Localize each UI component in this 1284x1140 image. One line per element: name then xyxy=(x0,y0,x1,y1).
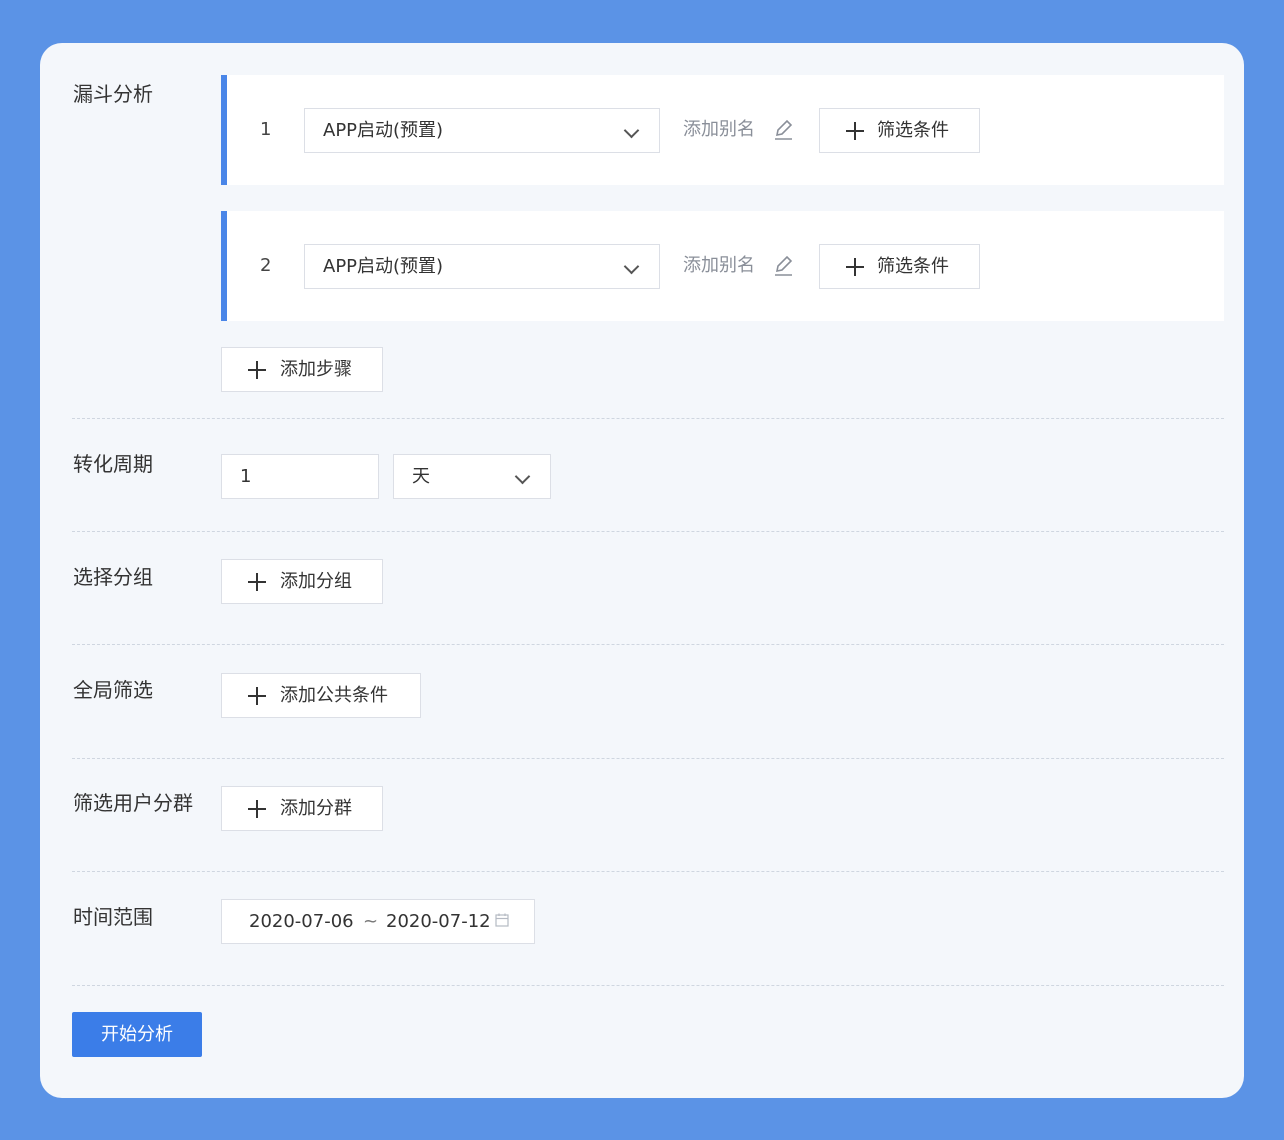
add-common-condition-label: 添加公共条件 xyxy=(280,685,388,706)
add-alias-link[interactable]: 添加别名 xyxy=(683,253,755,279)
add-group-button[interactable]: 添加分组 xyxy=(221,559,383,604)
conversion-period-input[interactable]: 1 xyxy=(221,454,379,499)
chevron-down-icon xyxy=(623,258,640,275)
segment-label: 筛选用户分群 xyxy=(73,791,193,815)
calendar-icon xyxy=(495,913,509,927)
section-divider xyxy=(72,644,1224,645)
date-range-picker[interactable]: 2020-07-06 ~ 2020-07-12 xyxy=(221,899,535,944)
funnel-step-1: 1 APP启动(预置) 添加别名 筛选条件 xyxy=(221,75,1224,185)
chevron-down-icon xyxy=(623,122,640,139)
plus-icon xyxy=(248,687,266,705)
date-end: 2020-07-12 xyxy=(386,911,491,932)
section-divider xyxy=(72,871,1224,872)
funnel-label: 漏斗分析 xyxy=(73,82,153,106)
add-group-label: 添加分组 xyxy=(280,571,352,592)
funnel-step-2: 2 APP启动(预置) 添加别名 筛选条件 xyxy=(221,211,1224,321)
plus-icon xyxy=(846,122,864,140)
section-divider xyxy=(72,531,1224,532)
add-segment-button[interactable]: 添加分群 xyxy=(221,786,383,831)
conversion-unit-value: 天 xyxy=(412,466,430,487)
plus-icon xyxy=(248,573,266,591)
event-select-value: APP启动(预置) xyxy=(323,256,444,277)
add-common-condition-button[interactable]: 添加公共条件 xyxy=(221,673,421,718)
section-divider xyxy=(72,758,1224,759)
event-select-value: APP启动(预置) xyxy=(323,120,444,141)
plus-icon xyxy=(248,361,266,379)
conversion-label: 转化周期 xyxy=(73,452,153,476)
plus-icon xyxy=(846,258,864,276)
chevron-down-icon xyxy=(514,468,531,485)
date-separator: ~ xyxy=(363,911,379,932)
funnel-config-panel: 漏斗分析 1 APP启动(预置) 添加别名 筛选条件 2 APP启动(预置) 添… xyxy=(40,43,1244,1098)
add-segment-label: 添加分群 xyxy=(280,798,352,819)
step-number: 2 xyxy=(260,255,272,276)
plus-icon xyxy=(248,800,266,818)
pencil-icon[interactable] xyxy=(773,119,793,141)
event-select[interactable]: APP启动(预置) xyxy=(304,108,660,153)
group-label: 选择分组 xyxy=(73,565,153,589)
global-filter-label: 全局筛选 xyxy=(73,678,153,702)
add-filter-label: 筛选条件 xyxy=(877,120,949,141)
conversion-unit-select[interactable]: 天 xyxy=(393,454,551,499)
add-filter-label: 筛选条件 xyxy=(877,256,949,277)
step-number: 1 xyxy=(260,119,272,140)
date-start: 2020-07-06 xyxy=(249,911,354,932)
time-range-label: 时间范围 xyxy=(73,905,153,929)
add-step-button[interactable]: 添加步骤 xyxy=(221,347,383,392)
start-analysis-button[interactable]: 开始分析 xyxy=(72,1012,202,1057)
add-step-label: 添加步骤 xyxy=(280,359,352,380)
add-alias-link[interactable]: 添加别名 xyxy=(683,117,755,143)
add-filter-button[interactable]: 筛选条件 xyxy=(819,244,980,289)
section-divider xyxy=(72,985,1224,986)
add-filter-button[interactable]: 筛选条件 xyxy=(819,108,980,153)
pencil-icon[interactable] xyxy=(773,255,793,277)
event-select[interactable]: APP启动(预置) xyxy=(304,244,660,289)
section-divider xyxy=(72,418,1224,419)
